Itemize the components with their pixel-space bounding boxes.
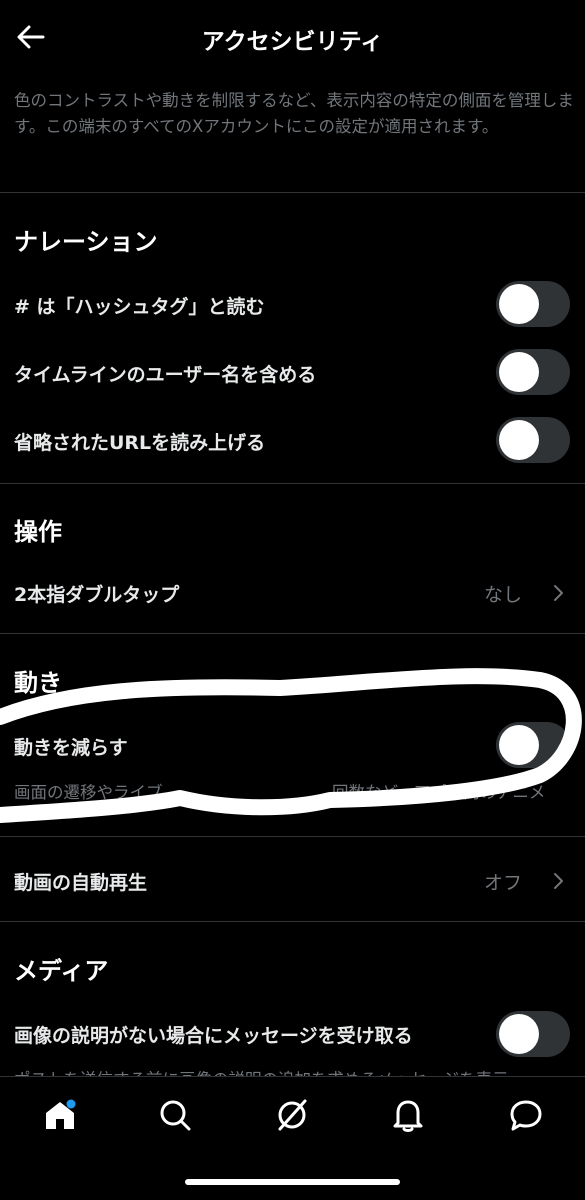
two-finger-tap-row[interactable]: 2本指ダブルタップ なし [0,560,585,622]
autoplay-row[interactable]: 動画の自動再生 オフ [0,848,585,912]
toggle-alt-reminder[interactable] [496,1011,570,1057]
setting-label-autoplay: 動画の自動再生 [14,872,148,894]
home-indicator [185,1179,400,1185]
section-title-media: メディア [14,957,109,985]
two-finger-tap-value: なし [483,584,522,606]
setting-label-hashtag: # は「ハッシュタグ」と読む [14,296,265,318]
toggle-timeline-usernames[interactable] [496,349,570,395]
chevron-right-icon [554,873,563,889]
search-icon [160,1100,191,1131]
setting-label-alt-reminder: 画像の説明がない場合にメッセージを受け取る [14,1025,413,1047]
page-title: アクセシビリティ [201,29,384,55]
section-title-narration: ナレーション [14,228,158,256]
setting-label-read-urls: 省略されたURLを読み上げる [14,432,266,454]
notifications-icon [393,1100,423,1132]
toggle-knob [499,420,539,460]
chevron-right-icon [554,585,563,601]
divider [0,921,585,922]
messages-icon [510,1100,542,1131]
section-title-operation: 操作 [14,518,62,546]
toggle-knob [499,352,539,392]
divider [0,836,585,837]
toggle-knob [499,284,539,324]
tab-notifications[interactable] [388,1095,428,1135]
toggle-hashtag[interactable] [496,281,570,327]
setting-label-timeline-usernames: タイムラインのユーザー名を含める [14,364,317,386]
divider [0,483,585,484]
divider [0,633,585,634]
tab-search[interactable] [155,1095,195,1135]
tab-home[interactable] [40,1095,80,1135]
toggle-knob [499,1014,539,1054]
divider [0,192,585,193]
page-description: 色のコントラストや動きを制限するなど、表示内容の特定の側面を管理します。この端末… [14,91,574,136]
grok-icon [278,1099,307,1131]
setting-label-two-finger-tap: 2本指ダブルタップ [14,584,180,606]
hand-drawn-annotation [0,668,582,823]
autoplay-value: オフ [483,872,522,894]
tab-grok[interactable] [272,1095,312,1135]
toggle-read-urls[interactable] [496,417,570,463]
home-icon [46,1099,76,1129]
tab-messages[interactable] [506,1095,546,1135]
